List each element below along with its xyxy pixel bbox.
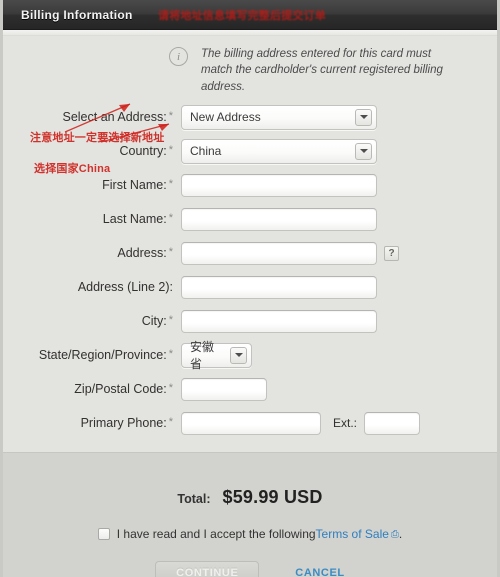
label-select-address-text: Select an Address: [62, 110, 167, 125]
header-annotation-text: 请将地址信息填写完整后提交订单 [158, 10, 326, 22]
total-label: Total: [177, 492, 211, 506]
first-name-input[interactable] [181, 173, 377, 197]
terms-checkbox[interactable] [97, 528, 110, 540]
field-state-region-province: 安徽省 [181, 340, 252, 371]
chevron-down-icon[interactable] [230, 346, 247, 364]
billing-notice: i The billing address entered for this c… [3, 36, 497, 103]
required-marker: * [168, 246, 173, 259]
label-address-text: Address: [117, 246, 167, 261]
label-address-line2-text: Address (Line 2): [77, 280, 173, 295]
dialog-footer: Total: $59.99 USD I have read and I acce… [3, 452, 497, 577]
country-value: China [190, 144, 222, 159]
required-marker: * [168, 144, 173, 157]
dialog-title: Billing Information [21, 7, 133, 22]
cancel-button[interactable]: CANCEL [295, 567, 344, 577]
required-marker: * [168, 110, 173, 123]
field-last-name [181, 207, 377, 231]
form-row-zip-postal-code: Zip/Postal Code: * [3, 377, 497, 402]
field-zip-postal-code [181, 377, 267, 401]
last-name-input[interactable] [181, 207, 377, 231]
billing-form: Select an Address: * New Address Country:… [3, 103, 497, 436]
select-address-dropdown[interactable]: New Address [181, 104, 377, 130]
label-country-text: Country: [119, 144, 167, 159]
label-zip-postal-code-text: Zip/Postal Code: [74, 382, 167, 397]
chevron-down-icon[interactable] [355, 108, 372, 126]
primary-phone-input[interactable] [181, 411, 321, 435]
label-extension: Ext.: [333, 416, 358, 431]
label-address-line2: Address (Line 2): [3, 280, 181, 294]
terms-prefix-text: I have read and I accept the following [116, 527, 316, 541]
required-marker: * [168, 178, 173, 191]
form-row-last-name: Last Name: * [3, 207, 497, 232]
select-address-value: New Address [190, 110, 261, 125]
label-zip-postal-code: Zip/Postal Code: * [3, 382, 181, 396]
form-row-select-address: Select an Address: * New Address [3, 104, 497, 130]
total-value: $59.99 USD [222, 487, 323, 507]
form-row-address: Address: * ? [3, 241, 497, 266]
dialog-titlebar: Billing Information 请将地址信息填写完整后提交订单 [3, 0, 497, 30]
field-address: ? [181, 241, 399, 265]
billing-information-dialog: Billing Information 请将地址信息填写完整后提交订单 i Th… [0, 0, 500, 577]
address-line2-input[interactable] [181, 275, 377, 299]
chevron-down-icon[interactable] [355, 142, 372, 160]
help-icon[interactable]: ? [384, 245, 399, 261]
label-city: City: * [3, 314, 181, 328]
field-city [181, 309, 377, 333]
billing-notice-text: The billing address entered for this car… [201, 48, 443, 93]
form-row-state-region-province: State/Region/Province: * 安徽省 [3, 340, 497, 371]
label-last-name-text: Last Name: [102, 212, 167, 227]
country-dropdown[interactable]: China [181, 138, 377, 164]
label-first-name: First Name: * [3, 178, 181, 192]
label-last-name: Last Name: * [3, 212, 181, 226]
label-primary-phone: Primary Phone: * [3, 416, 181, 430]
label-primary-phone-text: Primary Phone: [80, 416, 167, 431]
required-marker: * [168, 382, 173, 395]
label-first-name-text: First Name: [102, 178, 167, 193]
field-country: China [181, 138, 377, 164]
address-input[interactable] [181, 241, 377, 265]
field-select-address: New Address [181, 104, 377, 130]
label-state-region-province-text: State/Region/Province: [38, 348, 167, 363]
field-address-line2 [181, 275, 377, 299]
required-marker: * [168, 348, 173, 361]
required-marker: * [168, 314, 173, 327]
label-country: Country: * [3, 144, 181, 158]
form-row-first-name: First Name: * [3, 173, 497, 198]
state-region-province-value: 安徽省 [190, 340, 215, 372]
extension-input[interactable] [364, 411, 421, 435]
terms-suffix-text: . [398, 527, 403, 541]
label-address: Address: * [3, 246, 181, 260]
form-row-country: Country: * China [3, 138, 497, 164]
footer-actions: CONTINUE CANCEL [3, 561, 497, 577]
label-select-address: Select an Address: * [3, 110, 181, 124]
terms-of-sale-link[interactable]: Terms of Sale [316, 527, 389, 541]
external-link-icon: ⎙ [390, 528, 399, 540]
required-marker: * [168, 416, 173, 429]
label-state-region-province: State/Region/Province: * [3, 348, 181, 362]
form-row-primary-phone: Primary Phone: * Ext.: [3, 411, 497, 436]
field-first-name [181, 173, 377, 197]
order-total: Total: $59.99 USD [3, 487, 497, 508]
required-marker: * [168, 212, 173, 225]
label-city-text: City: [141, 314, 167, 329]
form-row-city: City: * [3, 309, 497, 334]
field-primary-phone: Ext.: [181, 411, 421, 435]
info-icon: i [169, 47, 188, 66]
form-row-address-line2: Address (Line 2): [3, 275, 497, 300]
zip-postal-code-input[interactable] [181, 377, 267, 401]
city-input[interactable] [181, 309, 377, 333]
terms-acceptance: I have read and I accept the following T… [3, 527, 497, 541]
state-region-province-dropdown[interactable]: 安徽省 [181, 340, 252, 371]
continue-button[interactable]: CONTINUE [155, 561, 260, 577]
